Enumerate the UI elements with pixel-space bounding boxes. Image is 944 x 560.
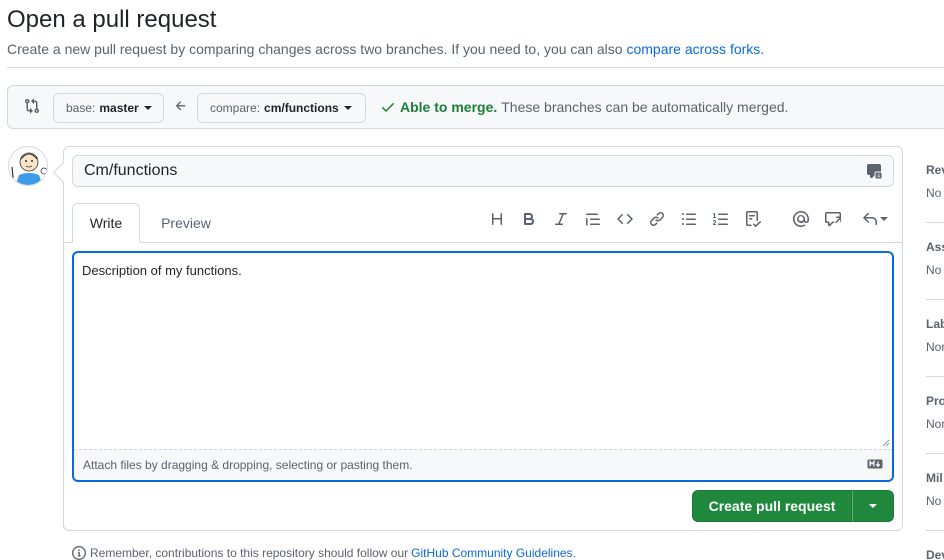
code-icon[interactable] <box>617 211 633 227</box>
sidebar-milestone[interactable]: Mil No <box>926 471 944 508</box>
sidebar-projects[interactable]: Pro Nor <box>926 394 944 431</box>
sidebar-value: Nor <box>926 340 944 354</box>
sidebar-heading: Rev <box>926 163 944 177</box>
sidebar-value: No <box>926 263 942 277</box>
quote-icon[interactable] <box>585 211 601 227</box>
compare-across-forks-link[interactable]: compare across forks <box>626 41 760 57</box>
header-divider <box>7 67 944 68</box>
user-avatar-image <box>9 147 47 185</box>
subtitle-text: Create a new pull request by comparing c… <box>7 41 623 57</box>
italic-icon[interactable] <box>553 211 569 227</box>
git-compare-icon <box>25 98 40 114</box>
heading-icon[interactable] <box>489 211 505 227</box>
create-pull-request-button[interactable]: Create pull request <box>692 490 852 522</box>
avatar[interactable] <box>8 146 48 186</box>
branch-compare-bar: base: master compare: cm/functions Able … <box>7 85 944 129</box>
check-icon <box>382 103 394 112</box>
merge-status-detail: These branches can be automatically merg… <box>501 99 789 115</box>
compare-branch-select[interactable]: compare: cm/functions <box>197 93 366 123</box>
sidebar-divider <box>926 453 944 454</box>
arrow-left-icon <box>175 101 186 111</box>
saved-replies-icon[interactable]: 4 <box>866 163 882 179</box>
resize-handle-icon[interactable] <box>882 439 890 447</box>
chevron-down-icon <box>343 106 352 110</box>
compare-branch-name: cm/functions <box>264 101 339 115</box>
editor-tabs: Write Preview <box>72 203 894 243</box>
link-icon[interactable] <box>649 211 665 227</box>
community-guidelines-link[interactable]: GitHub Community Guidelines <box>411 546 572 560</box>
svg-text:4: 4 <box>877 174 880 180</box>
sidebar-value: Nor <box>926 417 944 431</box>
compare-prefix: compare: <box>210 101 261 115</box>
tabs-divider <box>63 242 903 243</box>
task-list-icon[interactable] <box>745 211 761 227</box>
sidebar-development[interactable]: Dev <box>926 548 944 560</box>
sidebar-divider <box>926 376 944 377</box>
unordered-list-icon[interactable] <box>681 211 697 227</box>
sidebar-divider <box>926 222 944 223</box>
merge-status-label: Able to merge. <box>400 99 498 115</box>
sidebar-heading: Lab <box>926 317 944 331</box>
ordered-list-icon[interactable] <box>713 211 729 227</box>
sidebar-heading: Mil <box>926 471 943 485</box>
merge-status: Able to merge. These branches can be aut… <box>380 99 788 115</box>
page-title: Open a pull request <box>7 6 217 33</box>
sidebar-value: No <box>926 186 942 200</box>
sidebar-divider <box>926 530 944 531</box>
markdown-icon[interactable] <box>867 459 883 469</box>
page-subtitle: Create a new pull request by comparing c… <box>7 41 764 57</box>
sidebar-value: No <box>926 494 942 508</box>
reply-icon[interactable] <box>862 211 888 227</box>
sidebar-heading: Pro <box>926 394 944 408</box>
base-branch-name: master <box>99 101 139 115</box>
attach-files-hint: Attach files by dragging & dropping, sel… <box>83 458 413 472</box>
description-value: Description of my functions. <box>82 263 242 278</box>
attach-files-bar[interactable]: Attach files by dragging & dropping, sel… <box>74 449 892 480</box>
chevron-down-icon <box>143 106 152 110</box>
bold-icon[interactable] <box>521 211 537 227</box>
subtitle-end: . <box>760 41 765 57</box>
tab-preview[interactable]: Preview <box>145 203 227 243</box>
info-icon <box>72 546 86 560</box>
contribution-note: Remember, contributions to this reposito… <box>72 546 576 560</box>
mention-icon[interactable] <box>793 211 809 227</box>
sidebar-heading: Dev <box>926 548 944 560</box>
sidebar-divider <box>926 299 944 300</box>
reference-icon[interactable] <box>825 211 841 227</box>
create-options-dropdown[interactable] <box>852 490 894 522</box>
base-prefix: base: <box>66 101 96 115</box>
title-input-value: Cm/functions <box>84 162 178 179</box>
sidebar-labels[interactable]: Lab Nor <box>926 317 944 354</box>
sidebar-heading: Ass <box>926 240 944 254</box>
sidebar-reviewers[interactable]: Rev No <box>926 163 944 200</box>
sidebar-assignees[interactable]: Ass No <box>926 240 944 277</box>
description-textarea[interactable]: Description of my functions. Attach file… <box>72 251 894 482</box>
footnote-end: . <box>572 546 576 560</box>
base-branch-select[interactable]: base: master <box>53 93 164 123</box>
contribution-note-text: Remember, contributions to this reposito… <box>90 546 409 560</box>
chevron-down-icon <box>869 504 877 508</box>
title-input[interactable]: Cm/functions 4 <box>72 155 894 187</box>
tab-write[interactable]: Write <box>72 203 140 243</box>
